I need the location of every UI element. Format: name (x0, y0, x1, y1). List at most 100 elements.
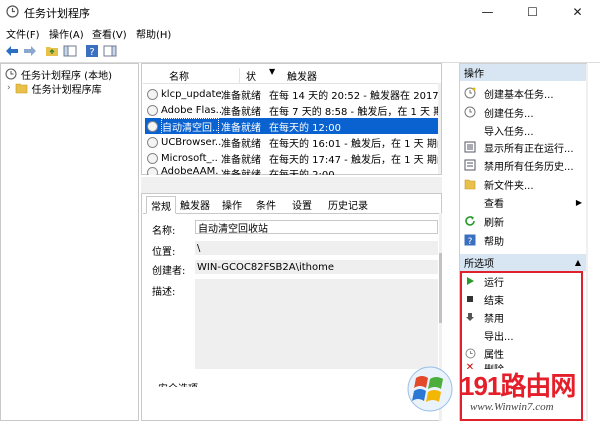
tab-conditions-label: 条件 (256, 200, 276, 212)
action-label: 导入任务... (484, 126, 534, 138)
task-status: 准备就绪 (221, 122, 261, 134)
maximize-button[interactable]: ☐ (510, 0, 555, 24)
tab-history[interactable]: 历史记录 (324, 196, 372, 212)
actions-header[interactable]: 操作 (460, 64, 586, 81)
action-label: 运行 (484, 277, 504, 289)
tab-general[interactable]: 常规 (146, 196, 176, 214)
description-field[interactable] (195, 279, 438, 369)
up-folder-button[interactable] (44, 43, 60, 59)
column-trigger[interactable]: 触发器 (287, 68, 317, 83)
menu-help[interactable]: 帮助(H) (136, 26, 171, 41)
name-field[interactable]: 自动清空回收站 (195, 220, 438, 235)
task-row[interactable]: AdobeAAM... 准备就绪 在每天的 2:00 (145, 166, 438, 175)
folder-icon (464, 178, 476, 190)
task-list-scrollbar[interactable] (438, 83, 441, 174)
action-label: 显示所有正在运行... (484, 143, 574, 155)
task-status: 准备就绪 (221, 106, 261, 118)
action-create-task[interactable]: 创建任务... (464, 104, 534, 120)
tab-settings[interactable]: 设置 (288, 196, 316, 212)
panel-icon (63, 45, 77, 57)
clock-icon (147, 153, 158, 164)
tab-actions[interactable]: 操作 (218, 196, 246, 212)
folder-up-icon (46, 47, 58, 56)
name-label: 名称: (152, 226, 176, 237)
clock-icon (147, 89, 158, 100)
toolbar: ? (0, 40, 600, 63)
history-icon (464, 159, 476, 171)
tab-triggers[interactable]: 触发器 (176, 196, 214, 212)
action-create-basic-task[interactable]: 创建基本任务... (464, 85, 554, 101)
minimize-icon: — (481, 5, 494, 19)
action-refresh[interactable]: 刷新 (464, 213, 504, 229)
action-label: 新文件夹... (484, 180, 534, 192)
author-label: 创建者: (152, 266, 186, 277)
help-toolbar-button[interactable]: ? (84, 43, 100, 59)
task-row-selected[interactable]: 自动清空回... 准备就绪 在每天的 12:00 (145, 117, 438, 135)
description-label: 描述: (152, 287, 176, 298)
action-run[interactable]: 运行 (464, 273, 504, 289)
action-display-running[interactable]: 显示所有正在运行... (464, 139, 574, 155)
task-name: Adobe Flas... (161, 104, 221, 116)
task-row[interactable]: UCBrowser... 准备就绪 在每天的 16:01 - 触发后，在 1 天… (145, 134, 438, 150)
tab-conditions[interactable]: 条件 (252, 196, 280, 212)
task-status: 准备就绪 (221, 90, 261, 102)
column-name[interactable]: 名称 (169, 68, 189, 83)
name-value: 自动清空回收站 (198, 223, 268, 235)
minimize-button[interactable]: — (465, 0, 510, 24)
tree-item-library[interactable]: › 任务计划程序库 (7, 81, 102, 96)
menu-view[interactable]: 查看(V) (92, 26, 127, 41)
security-options-label: 安全选项 (158, 380, 198, 387)
tree-root[interactable]: 任务计划程序 (本地) (5, 67, 112, 82)
show-actions-button[interactable] (102, 43, 118, 59)
arrow-left-icon (6, 46, 18, 56)
task-row[interactable]: Adobe Flas... 准备就绪 在每 7 天的 8:58 - 触发后，在 … (145, 102, 438, 118)
detail-scrollbar-thumb[interactable] (439, 253, 442, 323)
action-label: 导出... (484, 331, 514, 343)
tab-actions-label: 操作 (222, 200, 242, 212)
task-trigger: 在每天的 17:47 - 触发后，在 1 天 期间每隔 (269, 154, 438, 166)
action-properties[interactable]: 属性 (464, 345, 504, 361)
clock-icon (464, 106, 476, 118)
selected-item-header-label: 所选项 (464, 259, 494, 270)
action-end[interactable]: 结束 (464, 291, 504, 307)
forward-button[interactable] (22, 43, 38, 59)
menu-action[interactable]: 操作(A) (49, 26, 84, 41)
show-tree-button[interactable] (62, 43, 78, 59)
action-import-task[interactable]: 导入任务... (464, 122, 534, 138)
action-disable-history[interactable]: 禁用所有任务历史... (464, 157, 574, 173)
clock-icon (147, 137, 158, 148)
action-new-folder[interactable]: 新文件夹... (464, 176, 534, 192)
tab-triggers-label: 触发器 (180, 200, 210, 212)
action-label: 结束 (484, 295, 504, 307)
panel-right-icon (103, 45, 117, 57)
action-label: 属性 (484, 349, 504, 361)
maximize-icon: ☐ (527, 5, 538, 19)
action-help[interactable]: ? 帮助 (464, 232, 504, 248)
menu-file[interactable]: 文件(F) (6, 26, 40, 41)
column-status[interactable]: 状 (239, 68, 256, 83)
tab-history-label: 历史记录 (328, 200, 368, 212)
task-row[interactable]: klcp_update 准备就绪 在每 14 天的 20:52 - 触发器在 2… (145, 86, 438, 102)
selected-item-header[interactable]: 所选项 ▲ (460, 254, 586, 271)
back-button[interactable] (4, 43, 20, 59)
task-trigger: 在每天的 12:00 (269, 122, 341, 134)
detail-tabs: 常规 触发器 操作 条件 设置 历史记录 (143, 195, 440, 214)
blank-icon (464, 124, 476, 136)
task-row[interactable]: Microsoft_... 准备就绪 在每天的 17:47 - 触发后，在 1 … (145, 150, 438, 166)
splitter[interactable] (141, 177, 442, 193)
action-view[interactable]: 查看 ▶ (464, 194, 582, 210)
watermark-brand: 191路由网 (460, 371, 576, 401)
blank-icon (464, 196, 476, 208)
refresh-icon (464, 215, 476, 227)
action-disable[interactable]: 禁用 (464, 309, 504, 325)
task-trigger: 在每天的 2:00 (269, 166, 438, 175)
close-button[interactable]: ✕ (555, 0, 600, 24)
task-name: UCBrowser... (161, 136, 221, 148)
action-label: 创建基本任务... (484, 89, 554, 101)
tab-general-label: 常规 (151, 201, 171, 213)
action-export[interactable]: 导出... (464, 327, 514, 343)
task-status: 准备就绪 (221, 154, 261, 166)
task-status: 准备就绪 (221, 138, 261, 150)
action-label: 刷新 (484, 217, 504, 229)
submenu-arrow-icon: ▶ (575, 197, 582, 207)
